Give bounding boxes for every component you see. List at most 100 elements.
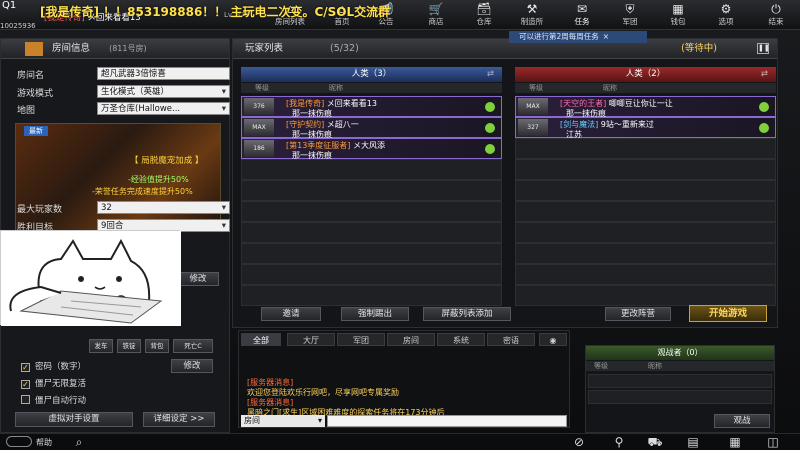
calendar-icon[interactable]: ▦ (726, 435, 744, 450)
check-icon: ✓ (21, 380, 30, 389)
empty-slot[interactable] (241, 159, 502, 180)
compass-icon[interactable]: ⊘ (570, 435, 588, 450)
detail-settings-button[interactable]: 详细设定 >> (143, 412, 215, 427)
banner-line-honor: -荣誉任务完成速度提升50% (92, 187, 193, 196)
new-badge: 最新 (24, 126, 48, 136)
kick-button[interactable]: 强制踢出 (341, 307, 409, 321)
empty-slot[interactable] (241, 264, 502, 285)
account-id: 10025936 (0, 22, 36, 30)
rank-badge-icon: 376 (244, 98, 274, 115)
chat-tab-system[interactable]: 系统 (437, 333, 485, 346)
chat-tab-room[interactable]: 房间 (387, 333, 435, 346)
invite-button[interactable]: 邀请 (261, 307, 321, 321)
team-left-header: 人类（3） ⇄ (241, 67, 502, 82)
player-slot-left-2[interactable]: MAX [守护契约] メ超八一 那一抹伤痕 (241, 117, 502, 139)
empty-slot[interactable] (515, 243, 776, 264)
left-column-header: 等级 昵称 (241, 83, 502, 93)
gamepad-icon[interactable]: ◫ (764, 435, 782, 450)
max-players-row: 最大玩家数 32 (11, 201, 230, 215)
weapon-slot-3[interactable]: 背包 (145, 339, 169, 353)
observer-panel: 观战者（0） 等级 昵称 观战 (585, 345, 775, 433)
observe-button[interactable]: 观战 (714, 414, 770, 428)
close-icon[interactable]: × (603, 32, 609, 41)
start-game-button[interactable]: 开始游戏 (689, 305, 767, 322)
ready-status-icon (759, 102, 769, 112)
empty-slot[interactable] (515, 180, 776, 201)
team-right-header: 人类（2） ⇄ (515, 67, 776, 82)
wallet-icon: ▦ (672, 2, 684, 16)
observer-slot (588, 374, 772, 388)
banner-title: 【 局脱魔宠加成 】 (130, 156, 204, 166)
change-team-button[interactable]: 更改阵营 (605, 307, 671, 321)
chevron-down-icon: ▾ (317, 416, 322, 425)
max-players-select[interactable]: 32 (97, 201, 230, 215)
weapon-slot-1[interactable]: 发车 (89, 339, 113, 353)
map-select[interactable]: 万圣仓库(Hallowe... (97, 102, 230, 116)
cart-icon[interactable]: ⛟ (646, 435, 664, 450)
swap-icon[interactable]: ⇄ (761, 67, 768, 82)
block-list-button[interactable]: 屏蔽列表添加 (423, 307, 511, 321)
player-slot-left-1[interactable]: 376 [我是传奇] メ回来看看13 那一抹伤痕 (241, 96, 502, 118)
map-row: 地图 万圣仓库(Hallowe... (11, 102, 230, 116)
zombie-auto-checkbox[interactable]: 僵尸自动行动 (21, 394, 181, 406)
zombie-respawn-checkbox[interactable]: ✓ 僵尸无限复活 (21, 377, 181, 389)
nav-options[interactable]: ⚙ 选项 (706, 2, 746, 28)
nav-mission[interactable]: ✉ 任务 (562, 2, 602, 28)
notice-tab[interactable]: 可以进行第2周每周任务 × (509, 31, 647, 43)
rank-badge-icon: MAX (518, 98, 548, 115)
room-name-field[interactable]: 超凡武器3倍惊喜 (97, 67, 230, 80)
game-mode-row: 游戏模式 生化模式（英雄） (11, 85, 230, 99)
nav-storage[interactable]: 🗃 仓库 (464, 2, 504, 28)
nav-wallet[interactable]: ▦ 钱包 (658, 2, 698, 28)
search-icon[interactable]: ⌕ (70, 435, 88, 450)
empty-slot[interactable] (515, 201, 776, 222)
player-slot-right-1[interactable]: MAX [天空的王者] 唧唧豆让你让一让 那一抹伤痕 (515, 96, 776, 118)
empty-slot[interactable] (241, 201, 502, 222)
run-icon[interactable]: ⚲ (610, 435, 628, 450)
player-slot-left-3[interactable]: 186 [第13季度征服者] メ大风添 那一抹伤痕 (241, 138, 502, 160)
storage-icon: 🗃 (476, 2, 492, 16)
eye-icon[interactable]: ◉ (539, 333, 567, 346)
bottom-bar: 帮助 ⌕ ⊘ ⚲ ⛟ ▤ ▦ ◫ (0, 433, 800, 450)
observer-column-header: 等级 昵称 (586, 361, 774, 371)
chat-channel-select[interactable]: 房间 ▾ (241, 415, 325, 427)
help-label[interactable]: 帮助 (36, 437, 52, 448)
empty-slot[interactable] (241, 180, 502, 201)
game-mode-select[interactable]: 生化模式（英雄） (97, 85, 230, 99)
empty-slot[interactable] (241, 285, 502, 306)
edit-settings-button[interactable]: 修改 (177, 272, 219, 286)
ai-opponent-button[interactable]: 虚拟对手设置 (15, 412, 133, 427)
empty-slot[interactable] (515, 138, 776, 159)
mail-icon: ✉ (576, 2, 588, 16)
chat-tab-all[interactable]: 全部 (241, 333, 281, 346)
weapon-slot-2[interactable]: 铁锭 (117, 339, 141, 353)
chat-input[interactable] (327, 415, 567, 427)
chat-tab-lobby[interactable]: 大厅 (287, 333, 335, 346)
nav-workshop[interactable]: ⚒ 制造所 (512, 2, 552, 28)
chart-icon[interactable]: ▤ (684, 435, 702, 450)
empty-slot[interactable] (515, 285, 776, 306)
empty-slot[interactable] (515, 159, 776, 180)
player-slot-right-2[interactable]: 327 [剑与魔法] 9站〜重新来过 江苏 (515, 117, 776, 139)
chat-tab-whisper[interactable]: 密语 (487, 333, 535, 346)
empty-slot[interactable] (515, 222, 776, 243)
room-name-row: 房间名 超凡武器3倍惊喜 (11, 67, 230, 81)
weapon-slot-4[interactable]: 死亡C (173, 339, 213, 353)
password-checkbox[interactable]: ✓ 密码（数字） (21, 360, 181, 372)
nav-shop[interactable]: 🛒 商店 (416, 2, 456, 28)
stream-logo: Q1 (2, 0, 17, 11)
swap-icon[interactable]: ⇄ (487, 67, 494, 82)
ready-status-icon (485, 123, 495, 133)
observer-header: 观战者（0） (586, 346, 774, 360)
nav-clan[interactable]: ⛨ 军团 (610, 2, 650, 28)
toggle-icon[interactable] (6, 436, 32, 447)
empty-slot[interactable] (241, 222, 502, 243)
nav-exit[interactable]: ⏻ 结束 (756, 2, 796, 28)
empty-slot[interactable] (515, 264, 776, 285)
ready-status-icon (485, 144, 495, 154)
empty-slot[interactable] (241, 243, 502, 264)
chat-tab-clan[interactable]: 军团 (337, 333, 385, 346)
pause-icon[interactable]: ❚❚ (757, 43, 770, 54)
player-list-panel: 玩家列表 (5/32) (等待中) ❚❚ 可以进行第2周每周任务 × 人类（3） ⇄… (232, 31, 778, 328)
right-column-header: 等级 昵称 (515, 83, 776, 93)
